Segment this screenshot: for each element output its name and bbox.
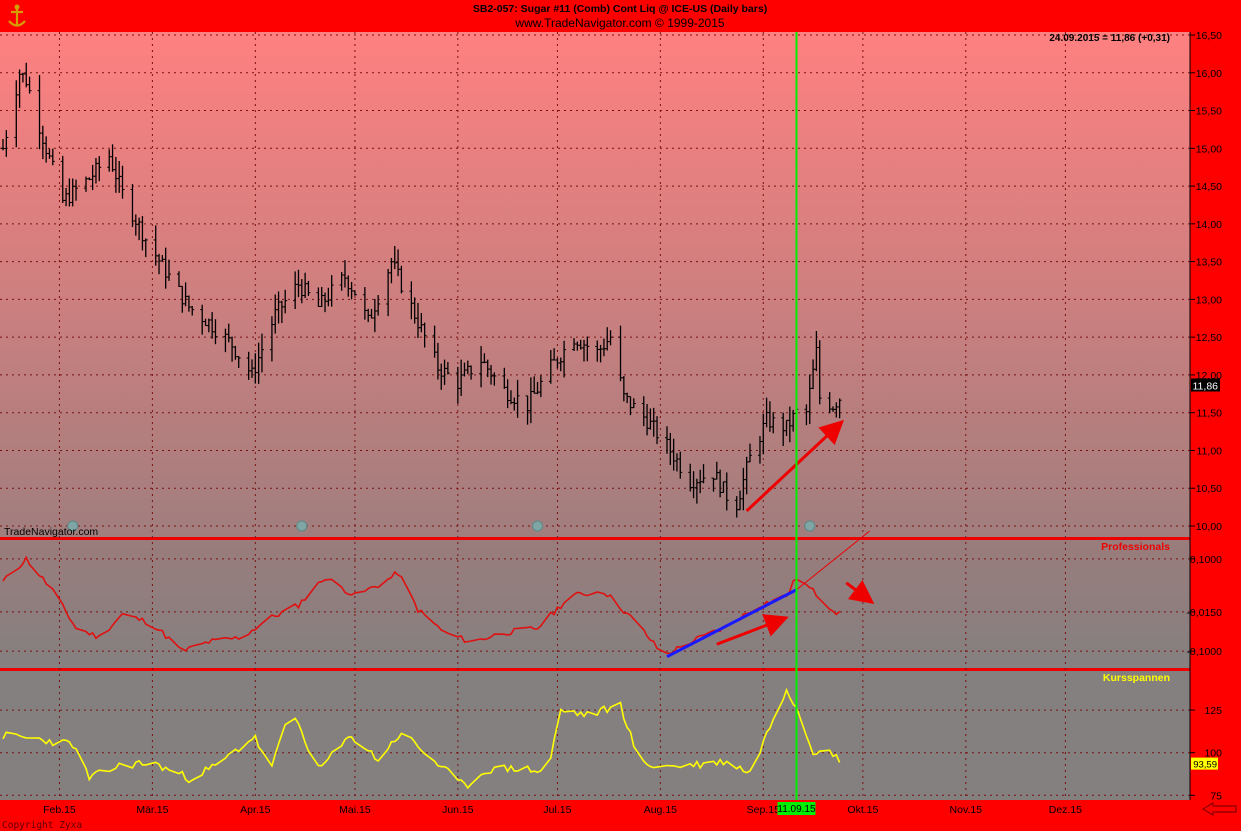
x-tick-label: Feb.15 bbox=[43, 804, 76, 816]
left-arrow-icon[interactable] bbox=[1201, 801, 1237, 817]
x-axis-labels: Feb.15 Mär.15 Apr.15 Mai.15 Jun.15 Jul.15 Aug.… bbox=[43, 804, 1082, 816]
y-tick-label: 75 bbox=[1210, 790, 1222, 802]
y-tick-label: 0,1000 bbox=[1190, 554, 1222, 566]
chart-title: SB2-057: Sugar #11 (Comb) Cont Liq @ ICE… bbox=[473, 3, 767, 15]
x-tick-label: Apr.15 bbox=[240, 804, 271, 816]
panel-separator-bottom bbox=[0, 668, 1190, 671]
copyright: Copyright Zyxa bbox=[2, 820, 82, 831]
x-tick-label: Mär.15 bbox=[136, 804, 168, 816]
y-tick-label: -0,0150 bbox=[1186, 607, 1222, 619]
y-tick-label: 125 bbox=[1204, 705, 1222, 717]
anchor-logo-icon[interactable] bbox=[4, 4, 30, 30]
y-tick-label: 13,00 bbox=[1196, 294, 1222, 306]
x-tick-label: Nov.15 bbox=[950, 804, 983, 816]
x-tick-label: Aug.15 bbox=[644, 804, 677, 816]
chart-canvas: 16,50 16,00 15,50 15,00 14,50 14,00 13,50 13,00… bbox=[0, 3, 1237, 831]
x-tick-label: Jul.15 bbox=[543, 804, 571, 816]
y-tick-label: 13,50 bbox=[1196, 257, 1222, 269]
y-tick-label: 16,50 bbox=[1196, 30, 1222, 42]
date-marker-label: 11.09.15 bbox=[777, 804, 816, 815]
x-tick-label: Jun.15 bbox=[442, 804, 474, 816]
event-marker-icon bbox=[532, 520, 544, 532]
y-tick-label: 10,50 bbox=[1196, 483, 1222, 495]
chart-subtitle: www.TradeNavigator.com © 1999-2015 bbox=[514, 16, 724, 30]
y-tick-label: 14,00 bbox=[1196, 219, 1222, 231]
y-tick-label: -0,1000 bbox=[1186, 646, 1222, 658]
y-tick-label: 11,50 bbox=[1197, 408, 1223, 420]
last-value-label: 11,86 bbox=[1193, 380, 1219, 392]
y-tick-label: 10,00 bbox=[1196, 521, 1222, 533]
y-tick-label: 15,00 bbox=[1196, 143, 1222, 155]
y-axis-ticks: 16,50 16,00 15,50 15,00 14,50 14,00 13,50 13,00… bbox=[1186, 30, 1222, 802]
kursspannen-legend: Kursspannen bbox=[1103, 672, 1170, 684]
chart-window: 16,50 16,00 15,50 15,00 14,50 14,00 13,50 13,00… bbox=[0, 0, 1241, 831]
last-quote: 24.09.2015 = 11,86 (+0,31) bbox=[1049, 33, 1170, 44]
panel-separator-top bbox=[0, 537, 1190, 540]
y-tick-label: 16,00 bbox=[1196, 68, 1222, 80]
y-tick-label: 14,50 bbox=[1196, 181, 1222, 193]
x-tick-label: Dez.15 bbox=[1049, 804, 1082, 816]
x-tick-label: Okt.15 bbox=[847, 804, 878, 816]
x-tick-label: Mai.15 bbox=[339, 804, 371, 816]
x-tick-label: Sep.15 bbox=[747, 804, 780, 816]
y-tick-label: 15,50 bbox=[1196, 106, 1222, 118]
professionals-panel bbox=[0, 540, 1190, 669]
watermark: TradeNavigator.com bbox=[4, 526, 98, 538]
y-tick-label: 12,50 bbox=[1196, 332, 1222, 344]
kurs-value-label: 93,59 bbox=[1193, 760, 1217, 771]
professionals-legend: Professionals bbox=[1101, 541, 1170, 553]
event-marker-icon bbox=[296, 520, 308, 532]
y-tick-label: 11,00 bbox=[1197, 445, 1223, 457]
kursspannen-panel bbox=[0, 671, 1190, 800]
event-marker-icon bbox=[804, 520, 816, 532]
